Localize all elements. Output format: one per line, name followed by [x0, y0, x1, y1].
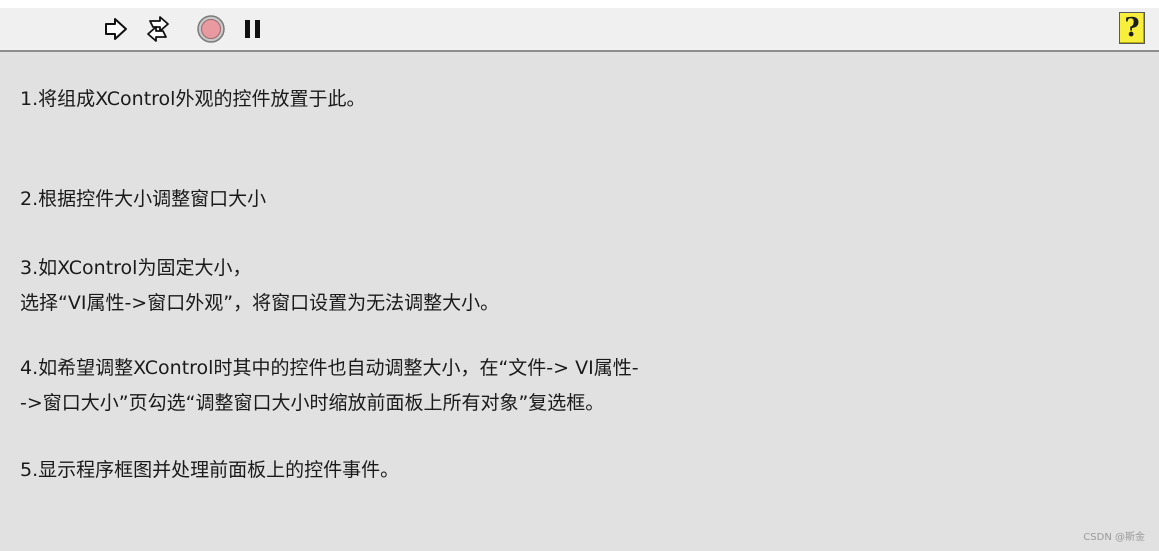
run-continuously-icon[interactable] [143, 14, 173, 44]
note-line: 2.根据控件大小调整窗口大小 [20, 188, 267, 210]
context-help-icon[interactable]: ? [1119, 12, 1145, 44]
abort-execution-icon[interactable] [196, 14, 226, 44]
note-line: 4.如希望调整XControl时其中的控件也自动调整大小，在“文件-> VI属性… [20, 357, 639, 379]
note-line: 1.将组成XControl外观的控件放置于此。 [20, 88, 366, 110]
instruction-note-1: 1.将组成XControl外观的控件放置于此。 [20, 82, 365, 117]
watermark: CSDN @斯金 [1083, 532, 1145, 543]
instruction-note-3: 3.如XControl为固定大小， 选择“VI属性->窗口外观”，将窗口设置为无… [20, 251, 499, 321]
note-line: 3.如XControl为固定大小， [20, 257, 252, 279]
note-line: 5.显示程序框图并处理前面板上的控件事件。 [20, 459, 400, 481]
pause-icon[interactable] [238, 14, 268, 44]
instruction-note-2: 2.根据控件大小调整窗口大小 [20, 182, 266, 217]
front-panel: 1.将组成XControl外观的控件放置于此。 2.根据控件大小调整窗口大小 3… [0, 52, 1159, 551]
instruction-note-4: 4.如希望调整XControl时其中的控件也自动调整大小，在“文件-> VI属性… [20, 351, 639, 421]
instruction-note-5: 5.显示程序框图并处理前面板上的控件事件。 [20, 453, 399, 488]
run-arrow-icon[interactable] [101, 14, 131, 44]
toolbar: ? [0, 8, 1159, 52]
note-line: 选择“VI属性->窗口外观”，将窗口设置为无法调整大小。 [20, 292, 500, 314]
note-line: ->窗口大小”页勾选“调整窗口大小时缩放前面板上所有对象”复选框。 [20, 392, 605, 414]
